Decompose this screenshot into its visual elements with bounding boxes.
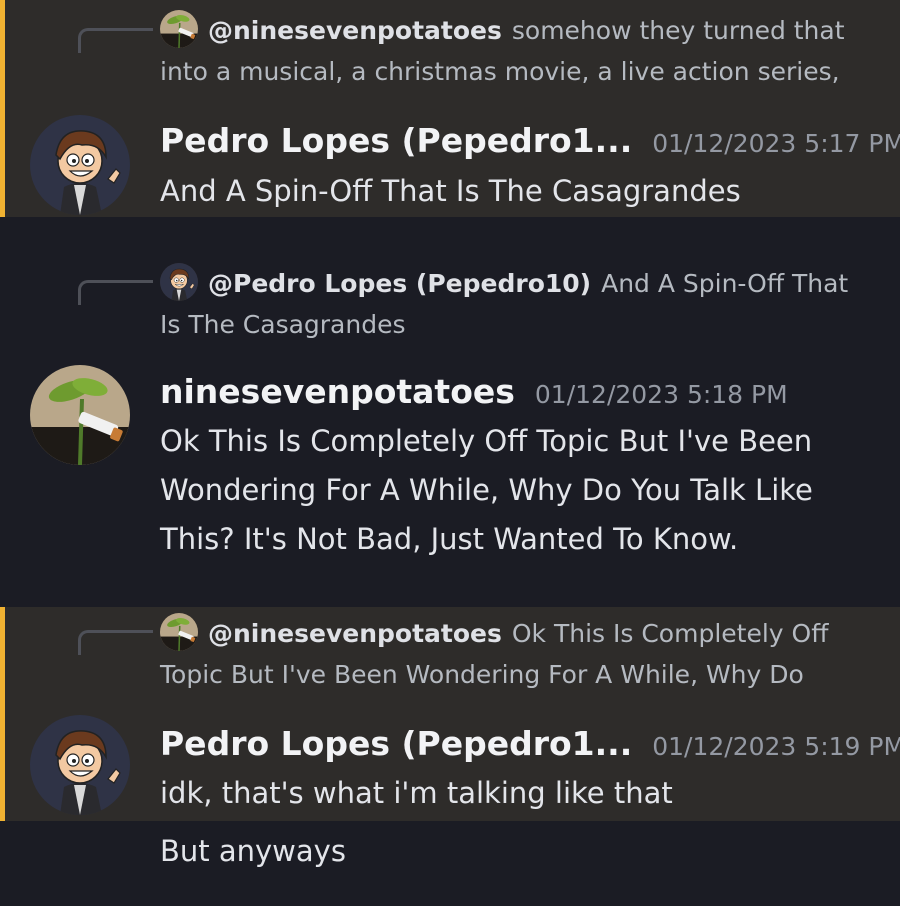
reply-preview[interactable]: @ninesevenpotatoes Ok This Is Completely … (160, 613, 860, 695)
cartoon-boy-avatar-icon (160, 263, 198, 301)
timestamp: 01/12/2023 5:19 PM (652, 732, 900, 761)
message-text: Ok This Is Completely Off Topic But I've… (160, 424, 813, 556)
message-2: @Pedro Lopes (Pepedro10) And A Spin-Off T… (0, 217, 900, 607)
username[interactable]: Pedro Lopes (Pepedro1... (160, 724, 632, 763)
reply-preview[interactable]: @ninesevenpotatoes somehow they turned th… (160, 10, 860, 92)
reply-connector (78, 630, 153, 655)
cartoon-boy-avatar-icon[interactable] (30, 115, 130, 215)
message-text: idk, that's what i'm talking like that (160, 776, 673, 810)
reply-author[interactable]: @ninesevenpotatoes (208, 16, 502, 45)
reply-preview[interactable]: @Pedro Lopes (Pepedro10) And A Spin-Off T… (160, 263, 860, 345)
message-3: @ninesevenpotatoes Ok This Is Completely … (0, 607, 900, 821)
cartoon-boy-avatar-icon[interactable] (30, 715, 130, 815)
reply-connector (78, 28, 153, 53)
message-text: And A Spin-Off That Is The Casagrandes (160, 174, 741, 208)
reply-author[interactable]: @Pedro Lopes (Pepedro10) (208, 269, 591, 298)
message-3-followup: But anyways (0, 821, 900, 906)
timestamp: 01/12/2023 5:17 PM (652, 129, 900, 158)
potato-plant-avatar-icon[interactable] (30, 365, 130, 465)
timestamp: 01/12/2023 5:18 PM (534, 380, 788, 409)
message-text: But anyways (160, 834, 346, 868)
username[interactable]: Pedro Lopes (Pepedro1... (160, 121, 632, 160)
username[interactable]: ninesevenpotatoes (160, 372, 515, 411)
message-1: @ninesevenpotatoes somehow they turned th… (0, 0, 900, 217)
reply-author[interactable]: @ninesevenpotatoes (208, 619, 502, 648)
potato-plant-avatar-icon (160, 10, 198, 48)
reply-connector (78, 280, 153, 305)
potato-plant-avatar-icon (160, 613, 198, 651)
